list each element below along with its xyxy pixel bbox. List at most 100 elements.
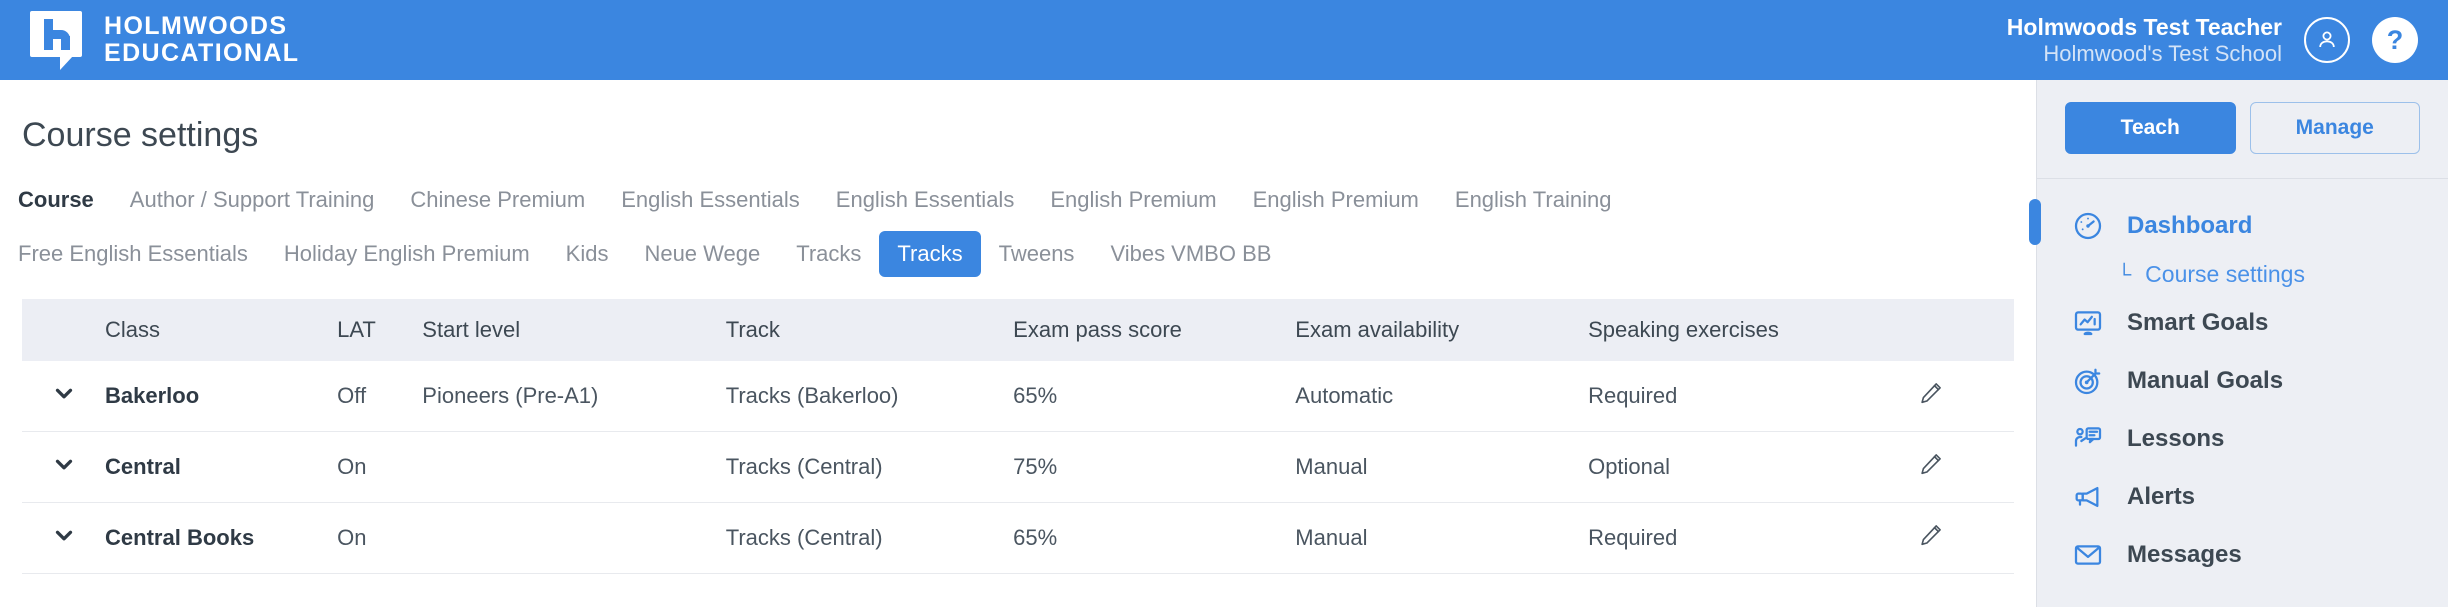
sidebar-item-label: Manual Goals (2127, 367, 2284, 394)
row-speaking-exercises: Optional (1588, 431, 1919, 503)
row-exam-availability: Manual (1295, 431, 1589, 503)
top-header-bar: HOLMWOODS EDUCATIONAL Holmwoods Test Tea… (0, 0, 2448, 80)
course-tab-english-premium[interactable]: English Premium (1235, 177, 1437, 223)
messages-envelope-icon (2071, 538, 2105, 572)
header-user-area: Holmwoods Test Teacher Holmwood's Test S… (2007, 13, 2448, 68)
sidebar-item-label: Dashboard (2127, 212, 2253, 239)
row-lat-value: Off (337, 361, 423, 432)
brand-line-2: EDUCATIONAL (104, 39, 300, 67)
mode-segmented-control: Teach Manage (2037, 80, 2448, 179)
course-tab-kids[interactable]: Kids (548, 231, 627, 277)
sidebar-item-smart-goals[interactable]: Smart Goals (2037, 294, 2448, 352)
manual-goals-target-icon (2071, 364, 2105, 398)
help-question-icon[interactable]: ? (2372, 17, 2418, 63)
app-root: HOLMWOODS EDUCATIONAL Holmwoods Test Tea… (0, 0, 2448, 607)
sidebar-nav: Dashboard └ Course settings Smart Goals Manu… (2029, 179, 2448, 584)
sidebar-item-manual-goals[interactable]: Manual Goals (2037, 352, 2448, 410)
row-start-level (422, 431, 726, 503)
row-exam-pass-score: 75% (1013, 431, 1296, 503)
course-tab-english-essentials[interactable]: English Essentials (818, 177, 1033, 223)
sidebar-item-dashboard[interactable]: Dashboard (2029, 197, 2448, 255)
dashboard-gauge-icon (2071, 209, 2105, 243)
sidebar-subitem-course-settings[interactable]: └ Course settings (2037, 255, 2448, 294)
course-tab-chinese-premium[interactable]: Chinese Premium (392, 177, 603, 223)
mode-button-teach[interactable]: Teach (2065, 102, 2236, 154)
sidebar-item-label: Messages (2127, 541, 2242, 568)
table-col-header-speaking-exercises: Speaking exercises (1588, 299, 1919, 361)
table-col-header-blank-8 (1918, 299, 2014, 361)
course-tab-author-support-training[interactable]: Author / Support Training (112, 177, 393, 223)
row-speaking-exercises: Required (1588, 361, 1919, 432)
smart-goals-monitor-icon (2071, 306, 2105, 340)
row-lat-value: On (337, 502, 423, 574)
sidebar-item-lessons[interactable]: Lessons (2037, 410, 2448, 468)
sidebar-item-messages[interactable]: Messages (2037, 526, 2448, 584)
help-glyph: ? (2386, 24, 2404, 55)
user-avatar-icon[interactable] (2304, 17, 2350, 63)
row-start-level (422, 502, 726, 574)
brand-logo[interactable]: HOLMWOODS EDUCATIONAL (0, 11, 299, 70)
course-tabs-row-2: Free English Essentials Holiday English P… (0, 223, 2036, 277)
row-lat-value: On (337, 431, 423, 503)
table-row[interactable]: Central Books On Tracks (Central) 65% Manual… (22, 502, 2014, 574)
active-nav-indicator (2029, 199, 2041, 245)
table-col-header-lat: LAT (337, 299, 423, 361)
table-row[interactable]: Bakerloo Off Pioneers (Pre-A1) Tracks (Bake… (22, 361, 2014, 432)
tree-elbow-icon: └ (2117, 263, 2132, 286)
course-tab-english-premium[interactable]: English Premium (1032, 177, 1234, 223)
course-tab-neue-wege[interactable]: Neue Wege (626, 231, 778, 277)
sidebar-subitem-label: Course settings (2145, 261, 2305, 287)
course-tab-course[interactable]: Course (0, 177, 112, 223)
course-tab-tracks[interactable]: Tracks (879, 231, 981, 277)
course-tab-tweens[interactable]: Tweens (981, 231, 1093, 277)
mode-button-manage[interactable]: Manage (2249, 102, 2420, 154)
row-expand-chevron-down-icon[interactable] (22, 502, 106, 574)
course-tab-vibes-vmbo-bb[interactable]: Vibes VMBO BB (1092, 231, 1289, 277)
row-track: Tracks (Bakerloo) (725, 361, 1014, 432)
table-col-header-exam-pass-score: Exam pass score (1013, 299, 1296, 361)
course-tab-english-training[interactable]: English Training (1437, 177, 1630, 223)
lessons-presenter-icon (2071, 422, 2105, 456)
course-tabs-row-1: Course Author / Support Training Chinese P… (0, 155, 2036, 223)
row-class-name: Central (105, 431, 338, 503)
table-row[interactable]: Central On Tracks (Central) 75% Manual Option… (22, 431, 2014, 503)
table-header: Class LAT Start level Track Exam pass score E… (22, 299, 2014, 361)
row-track: Tracks (Central) (725, 502, 1014, 574)
course-tab-tracks[interactable]: Tracks (778, 231, 879, 277)
main-content: Course settings Course Author / Support T… (0, 80, 2036, 607)
pencil-edit-icon[interactable] (1918, 431, 2014, 503)
user-identity: Holmwoods Test Teacher Holmwood's Test S… (2007, 13, 2282, 68)
right-sidebar: Teach Manage Dashboard └ Course settings Sma… (2029, 80, 2448, 607)
row-speaking-exercises: Required (1588, 502, 1919, 574)
table-col-header-track: Track (725, 299, 1014, 361)
table-col-header-class: Class (105, 299, 338, 361)
page-body: Course settings Course Author / Support T… (0, 80, 2448, 607)
row-exam-availability: Automatic (1295, 361, 1589, 432)
pencil-edit-icon[interactable] (1918, 502, 2014, 574)
row-class-name: Bakerloo (105, 361, 338, 432)
sidebar-item-alerts[interactable]: Alerts (2037, 468, 2448, 526)
page-title: Course settings (22, 116, 259, 154)
row-expand-chevron-down-icon[interactable] (22, 361, 106, 432)
row-track: Tracks (Central) (725, 431, 1014, 503)
row-expand-chevron-down-icon[interactable] (22, 431, 106, 503)
sidebar-item-label: Smart Goals (2127, 309, 2269, 336)
table-body: Bakerloo Off Pioneers (Pre-A1) Tracks (Bake… (22, 361, 2014, 574)
course-tab-english-essentials[interactable]: English Essentials (603, 177, 818, 223)
course-settings-table: Class LAT Start level Track Exam pass score E… (22, 299, 2014, 574)
sidebar-item-label: Lessons (2127, 425, 2225, 452)
course-tab-holiday-english-premium[interactable]: Holiday English Premium (266, 231, 548, 277)
pencil-edit-icon[interactable] (1918, 361, 2014, 432)
alerts-megaphone-icon (2071, 480, 2105, 514)
brand-wordmark: HOLMWOODS EDUCATIONAL (104, 13, 299, 67)
brand-line-1: HOLMWOODS (104, 12, 288, 40)
table-col-header-start-level: Start level (422, 299, 726, 361)
row-class-name: Central Books (105, 502, 338, 574)
holmwoods-speech-bubble-logo-icon (30, 11, 82, 70)
row-exam-pass-score: 65% (1013, 502, 1296, 574)
row-exam-availability: Manual (1295, 502, 1589, 574)
course-tab-free-english-essentials[interactable]: Free English Essentials (0, 231, 266, 277)
user-school: Holmwood's Test School (2043, 40, 2282, 66)
course-settings-table-wrap: Class LAT Start level Track Exam pass score E… (0, 277, 2036, 574)
table-header-row: Class LAT Start level Track Exam pass score E… (22, 299, 2014, 361)
